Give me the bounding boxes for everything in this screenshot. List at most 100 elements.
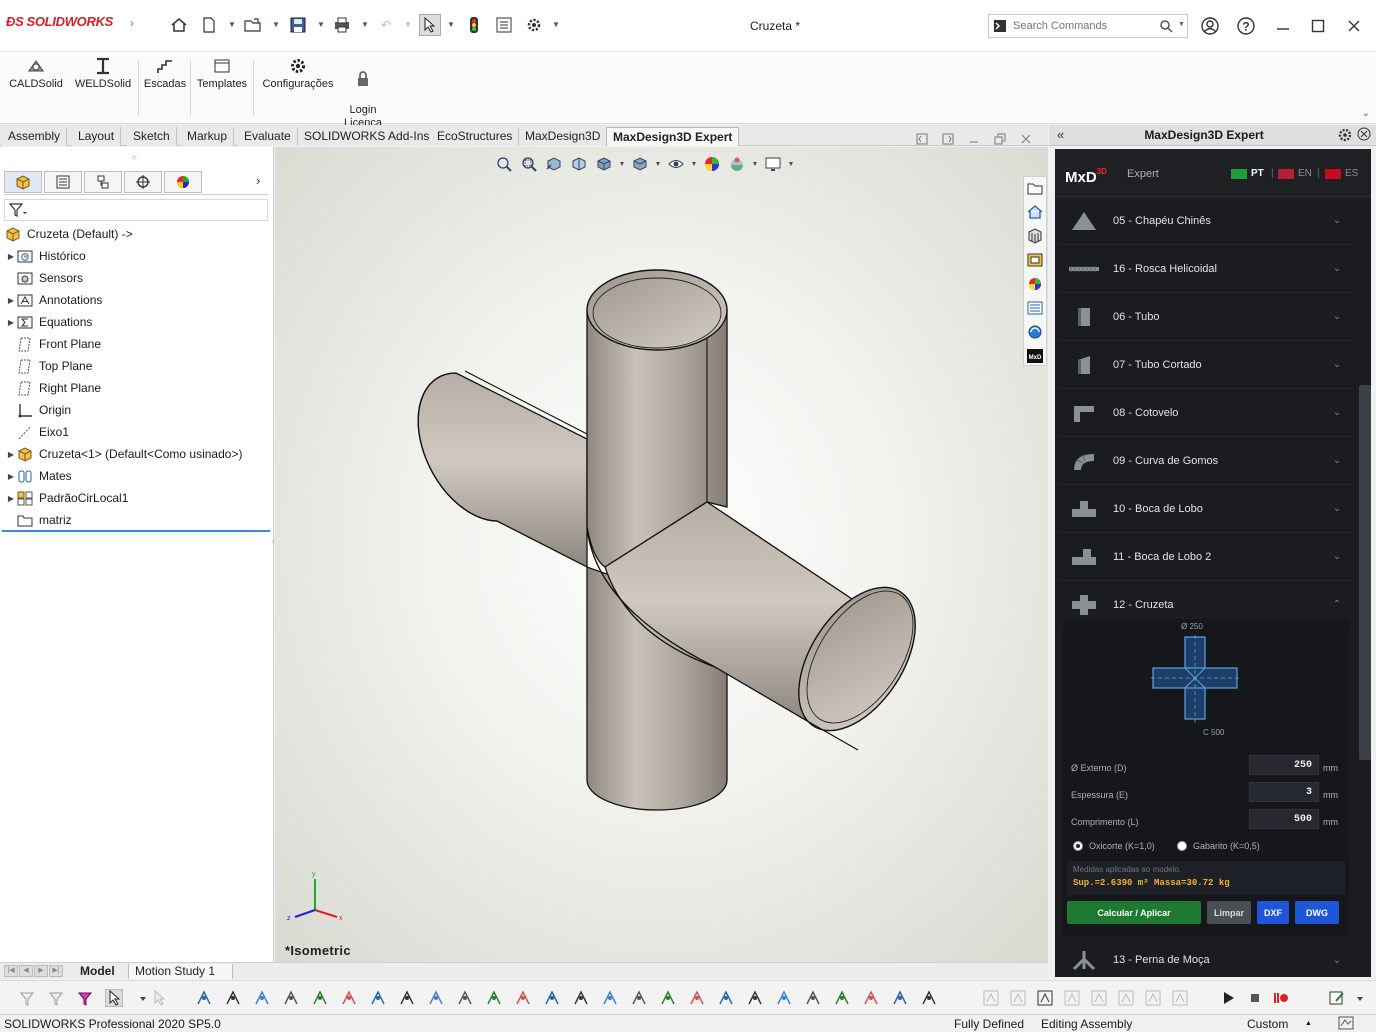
- tree-item[interactable]: ▶ Mates: [0, 465, 272, 487]
- language-es[interactable]: ES: [1325, 168, 1358, 179]
- doc-minimize-icon[interactable]: [966, 132, 982, 146]
- corner-icon[interactable]: [427, 989, 445, 1007]
- tree-item[interactable]: Top Plane: [0, 355, 272, 377]
- expand-arrow-icon[interactable]: ▶: [6, 296, 16, 305]
- zoom-select-icon[interactable]: [630, 989, 648, 1007]
- point-icon[interactable]: [195, 989, 213, 1007]
- length-input[interactable]: [1249, 809, 1319, 829]
- filter-icon[interactable]: [9, 203, 27, 217]
- annotation-e-icon[interactable]: [1090, 989, 1108, 1007]
- solidworks-forum-icon[interactable]: [1024, 321, 1046, 343]
- print-dropdown-icon[interactable]: ▼: [361, 20, 369, 29]
- annotation-b-icon[interactable]: [1009, 989, 1027, 1007]
- status-units[interactable]: Custom: [1247, 1017, 1288, 1031]
- next-tab-icon[interactable]: ▶: [34, 965, 48, 977]
- note-icon[interactable]: [659, 989, 677, 1007]
- pattern-icon[interactable]: [601, 989, 619, 1007]
- centerline-icon[interactable]: [340, 989, 358, 1007]
- axis-tool-icon[interactable]: [369, 989, 387, 1007]
- dwg-button[interactable]: DWG: [1295, 901, 1339, 924]
- tree-item[interactable]: matriz: [0, 509, 272, 531]
- solidworks-resources-icon[interactable]: [1024, 177, 1046, 199]
- axis-arrow-icon[interactable]: [862, 989, 880, 1007]
- cruzeta-3d-model[interactable]: [275, 147, 1048, 962]
- menu-expand-icon[interactable]: ›: [130, 16, 134, 30]
- tree-item[interactable]: Right Plane: [0, 377, 272, 399]
- chevron-down-icon[interactable]: ⌄: [1327, 407, 1347, 418]
- search-input[interactable]: [1013, 18, 1153, 34]
- tabs-scroll-right-icon[interactable]: ›: [256, 173, 260, 188]
- first-tab-icon[interactable]: |◀: [4, 965, 18, 977]
- chevron-down-icon[interactable]: ⌄: [1327, 551, 1347, 562]
- box-icon[interactable]: [311, 989, 329, 1007]
- caldsolid-button[interactable]: CALDSolid: [8, 57, 64, 91]
- section-tool-icon[interactable]: [775, 989, 793, 1007]
- save-icon[interactable]: [287, 14, 309, 36]
- expand-arrow-icon[interactable]: ▶: [6, 252, 16, 261]
- category-item[interactable]: 11 - Boca de Lobo 2 ⌄: [1059, 533, 1353, 581]
- options-dropdown-icon[interactable]: ▼: [552, 20, 560, 29]
- last-tab-icon[interactable]: ▶|: [49, 965, 63, 977]
- file-explorer-icon[interactable]: [1024, 249, 1046, 271]
- print-icon[interactable]: [331, 14, 353, 36]
- annotation-g-icon[interactable]: [1144, 989, 1162, 1007]
- design-library-icon[interactable]: [1024, 225, 1046, 247]
- expand-arrow-icon[interactable]: ▶: [6, 450, 16, 459]
- tab-ecostructures[interactable]: EcoStructures: [431, 127, 520, 146]
- feature-tree-tab-icon[interactable]: [4, 171, 42, 193]
- open-icon[interactable]: [242, 14, 264, 36]
- polygon-icon[interactable]: [282, 989, 300, 1007]
- display-manager-tab-icon[interactable]: [164, 171, 202, 193]
- limpar-button[interactable]: Limpar: [1207, 901, 1251, 924]
- new-dropdown-icon[interactable]: ▼: [228, 20, 236, 29]
- category-item[interactable]: 08 - Cotovelo ⌄: [1059, 389, 1353, 437]
- status-options-icon[interactable]: [1338, 1016, 1354, 1032]
- chevron-down-icon[interactable]: ⌄: [1327, 215, 1347, 226]
- select-arrow-icon[interactable]: [105, 989, 123, 1007]
- dxf-button[interactable]: DXF: [1257, 901, 1289, 924]
- dimension-icon[interactable]: [456, 989, 474, 1007]
- tab-model[interactable]: Model: [74, 964, 121, 979]
- account-icon[interactable]: [1198, 14, 1222, 38]
- tile-left-icon[interactable]: [914, 132, 930, 146]
- language-en[interactable]: EN: [1278, 168, 1312, 179]
- expand-arrow-icon[interactable]: ▶: [6, 494, 16, 503]
- tree-root-assembly[interactable]: Cruzeta (Default) ->: [0, 223, 272, 245]
- chevron-down-icon[interactable]: ⌄: [1327, 263, 1347, 274]
- open-dropdown-icon[interactable]: ▼: [272, 20, 280, 29]
- category-item[interactable]: 05 - Chapéu Chinês ⌄: [1059, 197, 1353, 245]
- spline-icon[interactable]: [746, 989, 764, 1007]
- midpoint-icon[interactable]: [398, 989, 416, 1007]
- display-tool-icon[interactable]: [833, 989, 851, 1007]
- rebuild-icon[interactable]: [463, 14, 485, 36]
- gabarito-radio[interactable]: Gabarito (K=0,5): [1177, 841, 1260, 851]
- rollback-bar[interactable]: [2, 530, 270, 532]
- macro-edit-icon[interactable]: [1328, 989, 1346, 1007]
- save-dropdown-icon[interactable]: ▼: [317, 20, 325, 29]
- feature-filter[interactable]: [4, 199, 268, 221]
- doc-close-icon[interactable]: [1018, 132, 1034, 146]
- mirror-icon[interactable]: [572, 989, 590, 1007]
- image-icon[interactable]: [891, 989, 909, 1007]
- category-perna-de-moca[interactable]: 13 - Perna de Moça ⌄: [1059, 936, 1353, 977]
- options-gear-icon[interactable]: [523, 14, 545, 36]
- configuration-manager-tab-icon[interactable]: [84, 171, 122, 193]
- play-icon[interactable]: [1219, 989, 1237, 1007]
- chevron-down-icon[interactable]: ⌄: [1327, 311, 1347, 322]
- help-icon[interactable]: ?: [1234, 14, 1258, 38]
- tab-motion-study-1[interactable]: Motion Study 1: [128, 964, 233, 979]
- language-pt[interactable]: PT: [1231, 168, 1264, 179]
- tab-evaluate[interactable]: Evaluate: [238, 127, 298, 146]
- units-dropdown-icon[interactable]: ▲: [1305, 1020, 1312, 1027]
- stop-icon[interactable]: [1246, 989, 1264, 1007]
- thickness-input[interactable]: [1249, 782, 1319, 802]
- tree-item[interactable]: ▶ PadrãoCirLocal1: [0, 487, 272, 509]
- calcular-aplicar-button[interactable]: Calcular / Aplicar: [1067, 901, 1201, 924]
- search-icon[interactable]: [1159, 19, 1173, 33]
- tree-item[interactable]: Sensors: [0, 267, 272, 289]
- select-filter-icon[interactable]: [18, 989, 36, 1007]
- weldsolid-button[interactable]: WELDSolid: [72, 57, 134, 91]
- graphics-area[interactable]: ▼ ▼ ▼ ▼ ▼ y x z *Isometric: [275, 147, 1048, 962]
- custom-properties-icon[interactable]: [1024, 297, 1046, 319]
- expand-arrow-icon[interactable]: ▶: [6, 318, 16, 327]
